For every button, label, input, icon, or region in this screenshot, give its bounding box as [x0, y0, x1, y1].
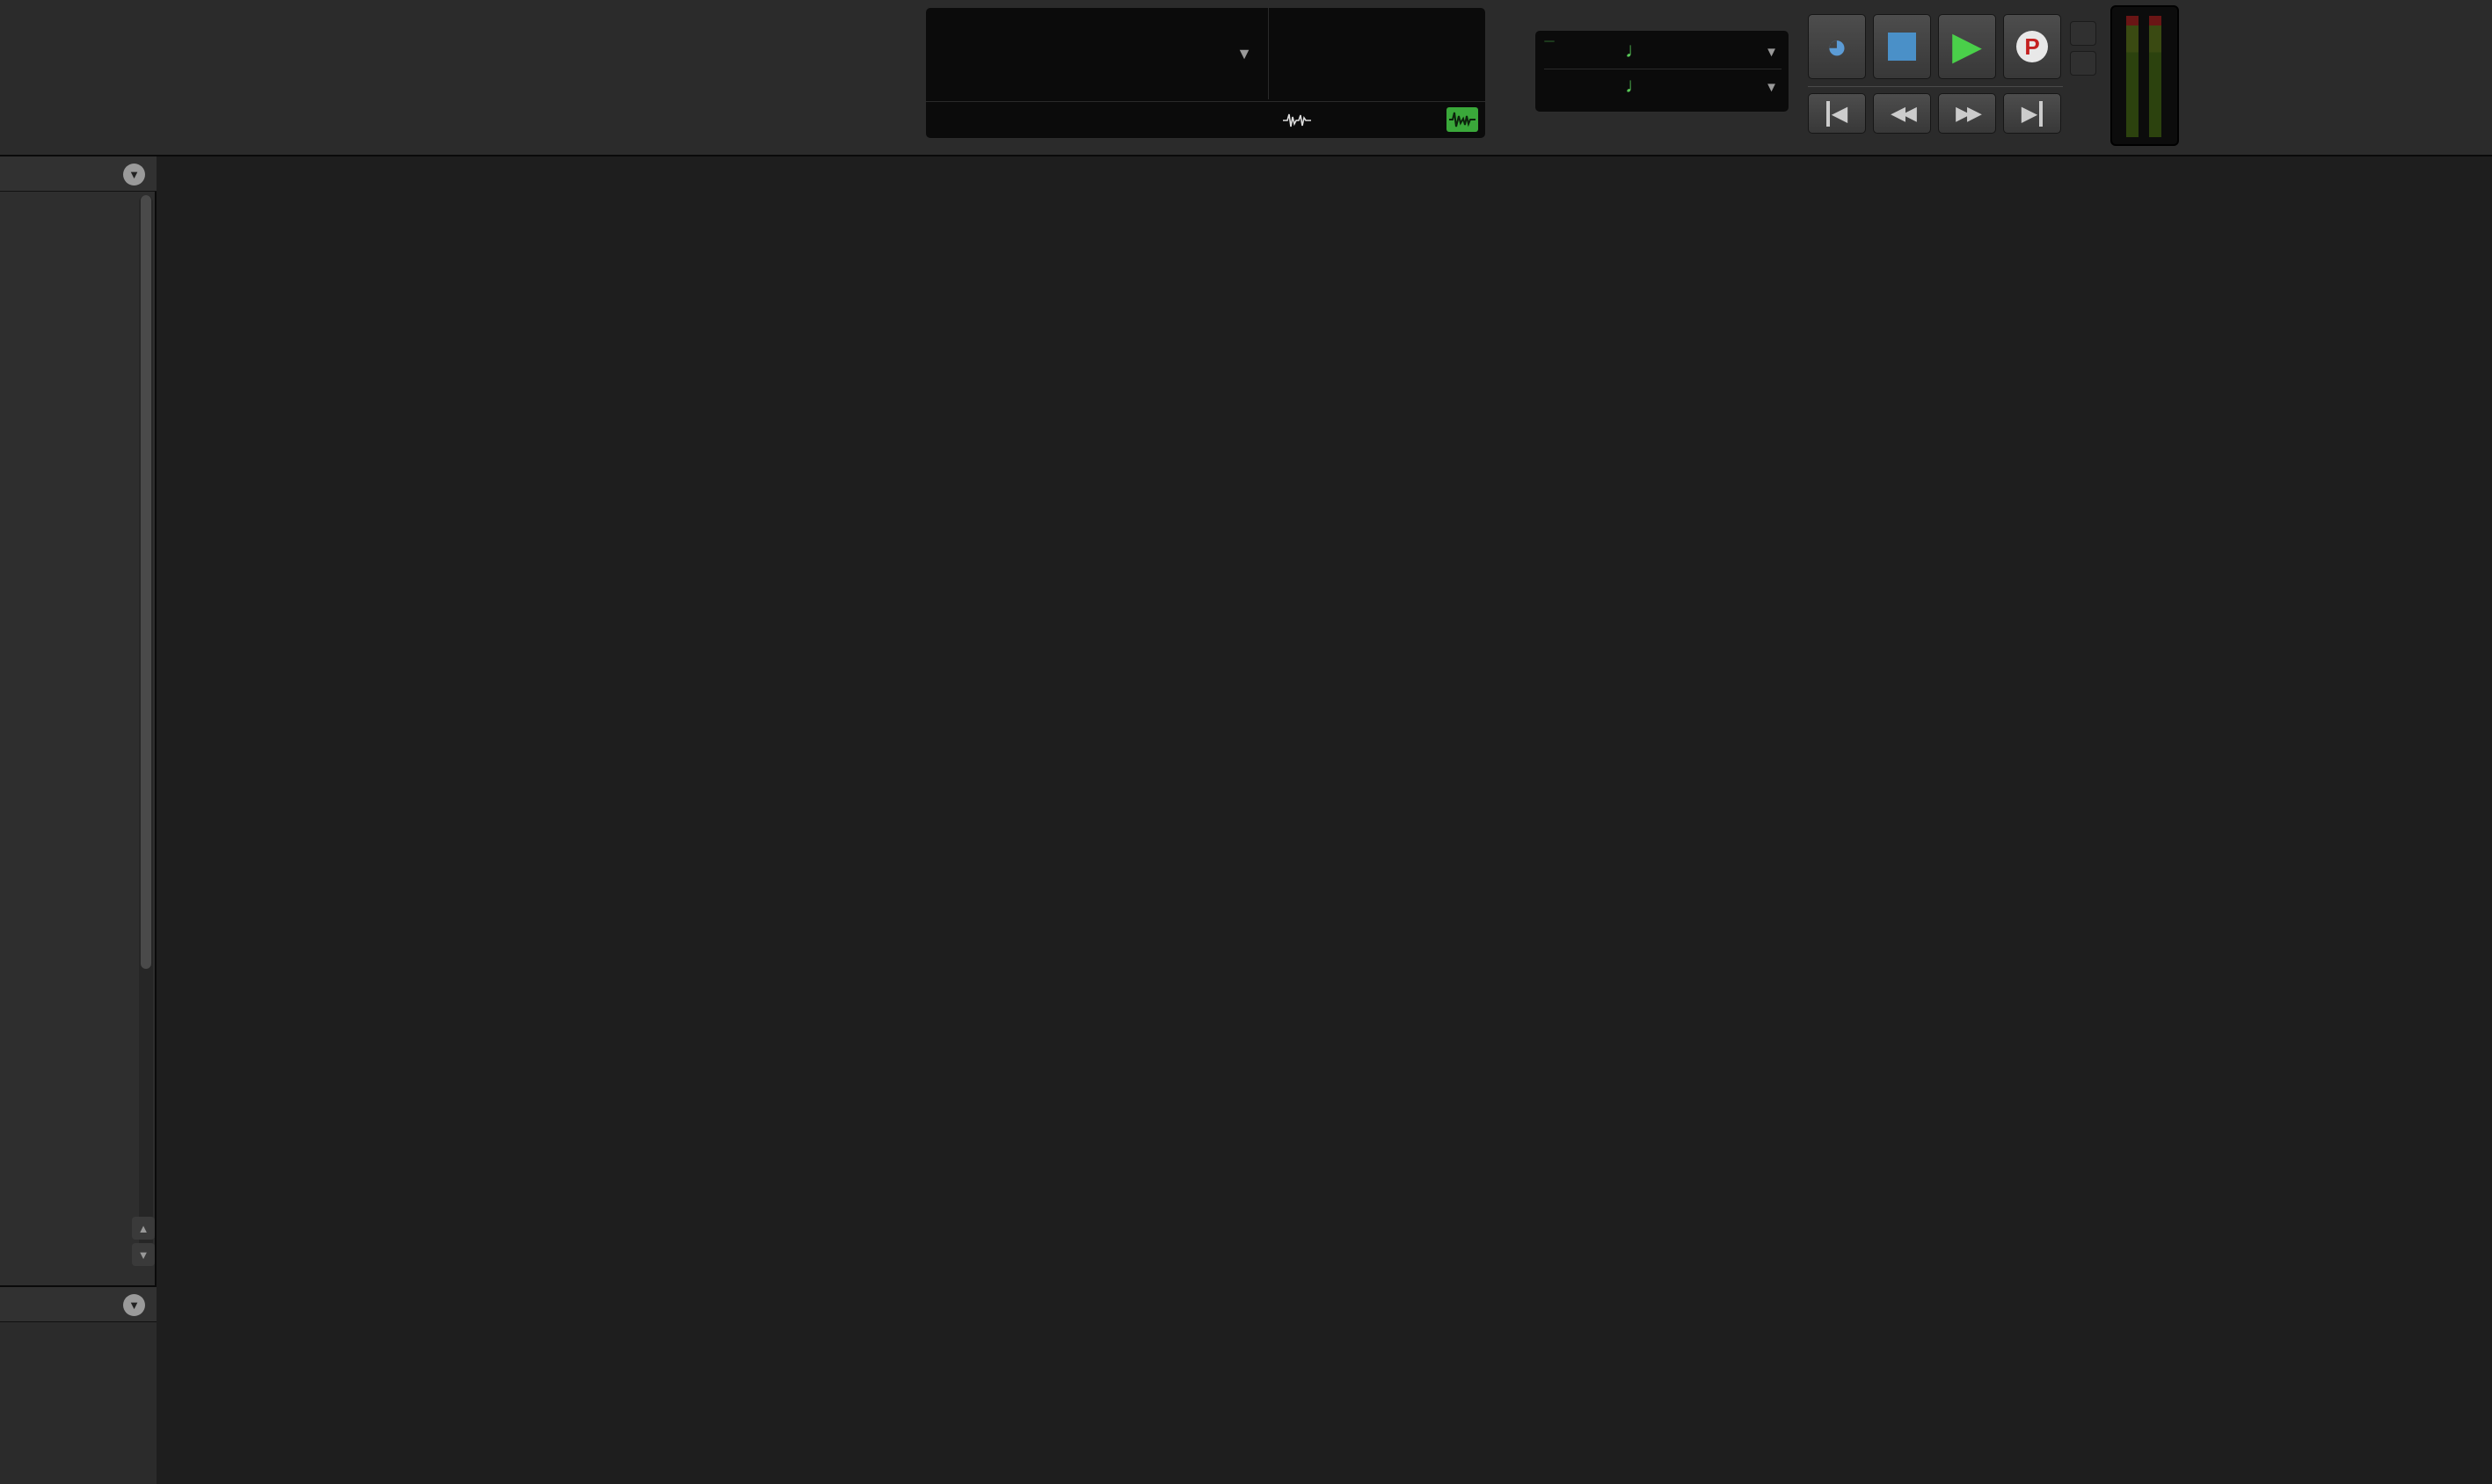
wait-for-note-button[interactable]: ◕	[1808, 14, 1866, 79]
meter-right	[2149, 16, 2161, 137]
tracks-scroll-down-button[interactable]: ▼	[132, 1243, 155, 1266]
tracks-list-menu-icon[interactable]: ▼	[123, 164, 145, 186]
sidebar: ▼ ▲ ▼ ▼	[0, 156, 157, 1484]
nudge-label[interactable]	[1544, 76, 1548, 77]
counter-units-dropdown-icon[interactable]: ▼	[1236, 45, 1252, 63]
stop-button[interactable]	[1873, 14, 1931, 79]
counter-panel: ▼	[925, 7, 1486, 139]
transport-extra-button-2[interactable]	[2070, 51, 2096, 76]
timeline-insertion-icon[interactable]	[1446, 107, 1478, 132]
zoom-cluster	[206, 12, 375, 141]
edit-options-row	[383, 91, 911, 137]
grid-dropdown-icon[interactable]: ▼	[1765, 45, 1778, 60]
wait-for-note-icon: ◕	[1826, 29, 1847, 64]
main-toolbar: ▼	[0, 0, 2492, 156]
tracks-scroll-up-button[interactable]: ▲	[132, 1217, 155, 1240]
play-icon: ▶	[1952, 27, 1982, 66]
transport-cluster: ◕ ▶ P ◀ ◀◀ ▶▶ ▶	[1808, 11, 2098, 142]
go-to-start-button[interactable]: ◀	[1808, 93, 1866, 134]
meter-left	[2126, 16, 2139, 137]
cursor-waveform-icon	[1282, 111, 1312, 130]
grid-mode-label[interactable]	[1544, 40, 1555, 42]
edit-area	[157, 156, 2492, 1484]
groups-panel: ▼	[0, 1285, 157, 1484]
go-to-end-button[interactable]: ▶	[2003, 93, 2061, 134]
play-button[interactable]: ▶	[1938, 14, 1996, 79]
groups-menu-icon[interactable]: ▼	[123, 1294, 145, 1316]
rewind-button[interactable]: ◀◀	[1873, 93, 1931, 134]
quickpunch-record-icon: P	[2016, 31, 2048, 62]
transport-extra-button-1[interactable]	[2070, 21, 2096, 46]
nudge-note-icon: ♩	[1625, 74, 1646, 98]
record-button[interactable]: P	[2003, 14, 2061, 79]
grid-nudge-panel: ♩ ▼ ♩ ▼	[1534, 30, 1789, 113]
grid-note-icon: ♩	[1625, 39, 1646, 63]
fast-forward-button[interactable]: ▶▶	[1938, 93, 1996, 134]
output-meters	[2110, 5, 2179, 146]
stop-icon	[1888, 33, 1916, 61]
tracks-list	[0, 195, 157, 1282]
edit-tools-row	[383, 12, 911, 84]
edit-mode-cluster	[2, 46, 167, 107]
protools-edit-window: ▼	[0, 0, 2492, 1484]
nudge-dropdown-icon[interactable]: ▼	[1765, 80, 1778, 95]
tracks-list-scrollbar[interactable]	[139, 195, 153, 1262]
